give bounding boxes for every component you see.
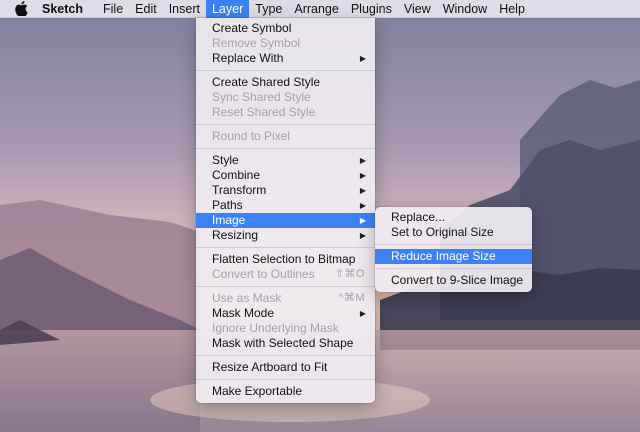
- menubar-file[interactable]: File: [97, 0, 129, 18]
- menubar-insert[interactable]: Insert: [163, 0, 206, 18]
- menu-item-label: Combine: [212, 168, 261, 182]
- menubar-arrange[interactable]: Arrange: [288, 0, 344, 18]
- menu-item-mask-mode[interactable]: Mask Mode ▶: [196, 306, 375, 321]
- submenu-item-replace[interactable]: Replace...: [375, 210, 532, 225]
- submenu-arrow-icon: ▶: [359, 171, 366, 180]
- menu-item-image[interactable]: Image ▶: [196, 213, 375, 228]
- menu-item-reset-shared-style: Reset Shared Style: [212, 105, 316, 119]
- menu-item-transform[interactable]: Transform ▶: [196, 183, 375, 198]
- menu-separator: [196, 355, 375, 356]
- menubar-window[interactable]: Window: [437, 0, 493, 18]
- menu-item-label: Convert to Outlines: [212, 267, 315, 281]
- menu-separator: [196, 247, 375, 248]
- menu-separator: [196, 148, 375, 149]
- menu-item-use-as-mask: Use as Mask ^⌘M: [196, 291, 375, 306]
- menubar-help[interactable]: Help: [493, 0, 531, 18]
- menubar-app-name[interactable]: Sketch: [42, 0, 89, 18]
- submenu-item-convert-to-9-slice[interactable]: Convert to 9-Slice Image: [375, 273, 532, 288]
- menu-item-replace-with[interactable]: Replace With ▶: [196, 51, 375, 66]
- menu-item-round-to-pixel: Round to Pixel: [212, 129, 291, 143]
- menu-separator: [375, 244, 532, 245]
- menu-item-label: Style: [212, 153, 239, 167]
- menu-item-resize-artboard-to-fit[interactable]: Resize Artboard to Fit: [196, 360, 375, 375]
- menu-item-label: Image: [212, 213, 246, 227]
- menu-separator: [375, 268, 532, 269]
- menu-item-sync-shared-style: Sync Shared Style: [212, 90, 311, 104]
- menu-item-label: Replace With: [212, 51, 284, 65]
- menubar-view[interactable]: View: [398, 0, 437, 18]
- menubar-edit[interactable]: Edit: [129, 0, 163, 18]
- menu-item-label: Use as Mask: [212, 291, 282, 305]
- submenu-arrow-icon: ▶: [359, 201, 366, 210]
- menu-item-label: Mask Mode: [212, 306, 275, 320]
- menu-item-create-shared-style[interactable]: Create Shared Style: [196, 75, 375, 90]
- submenu-arrow-icon: ▶: [359, 156, 366, 165]
- menu-item-make-exportable[interactable]: Make Exportable: [196, 384, 375, 399]
- menu-item-label: Paths: [212, 198, 243, 212]
- menubar-plugins[interactable]: Plugins: [345, 0, 398, 18]
- menu-item-ignore-underlying-mask: Ignore Underlying Mask: [212, 321, 339, 335]
- menu-separator: [196, 70, 375, 71]
- menu-bar: Sketch File Edit Insert Layer Type Arran…: [0, 0, 640, 18]
- menu-separator: [196, 379, 375, 380]
- shortcut-label: ^⌘M: [338, 292, 365, 304]
- menubar-type[interactable]: Type: [249, 0, 288, 18]
- menu-item-combine[interactable]: Combine ▶: [196, 168, 375, 183]
- submenu-arrow-icon: ▶: [359, 309, 366, 318]
- image-submenu: Replace... Set to Original Size Reduce I…: [375, 207, 532, 292]
- apple-menu[interactable]: [13, 0, 29, 18]
- menu-item-create-symbol[interactable]: Create Symbol: [196, 21, 375, 36]
- submenu-item-reduce-image-size[interactable]: Reduce Image Size: [375, 249, 532, 264]
- menu-item-mask-with-selected-shape[interactable]: Mask with Selected Shape: [196, 336, 375, 351]
- menu-item-convert-to-outlines: Convert to Outlines ⇧⌘O: [196, 267, 375, 282]
- submenu-arrow-icon: ▶: [359, 186, 366, 195]
- apple-logo-icon: [14, 1, 28, 16]
- submenu-item-set-to-original-size[interactable]: Set to Original Size: [375, 225, 532, 240]
- menu-item-resizing[interactable]: Resizing ▶: [196, 228, 375, 243]
- layer-menu: Create Symbol Remove Symbol Replace With…: [196, 18, 375, 403]
- menubar-layer[interactable]: Layer: [205, 0, 250, 18]
- menu-item-flatten-selection[interactable]: Flatten Selection to Bitmap: [196, 252, 375, 267]
- menu-separator: [196, 124, 375, 125]
- menu-item-label: Resizing: [212, 228, 259, 242]
- menu-item-style[interactable]: Style ▶: [196, 153, 375, 168]
- menu-item-label: Transform: [212, 183, 267, 197]
- submenu-arrow-icon: ▶: [359, 231, 366, 240]
- menu-item-remove-symbol: Remove Symbol: [212, 36, 301, 50]
- shortcut-label: ⇧⌘O: [334, 268, 365, 280]
- menu-separator: [196, 286, 375, 287]
- submenu-arrow-icon: ▶: [359, 216, 366, 225]
- menu-item-paths[interactable]: Paths ▶: [196, 198, 375, 213]
- submenu-arrow-icon: ▶: [359, 54, 366, 63]
